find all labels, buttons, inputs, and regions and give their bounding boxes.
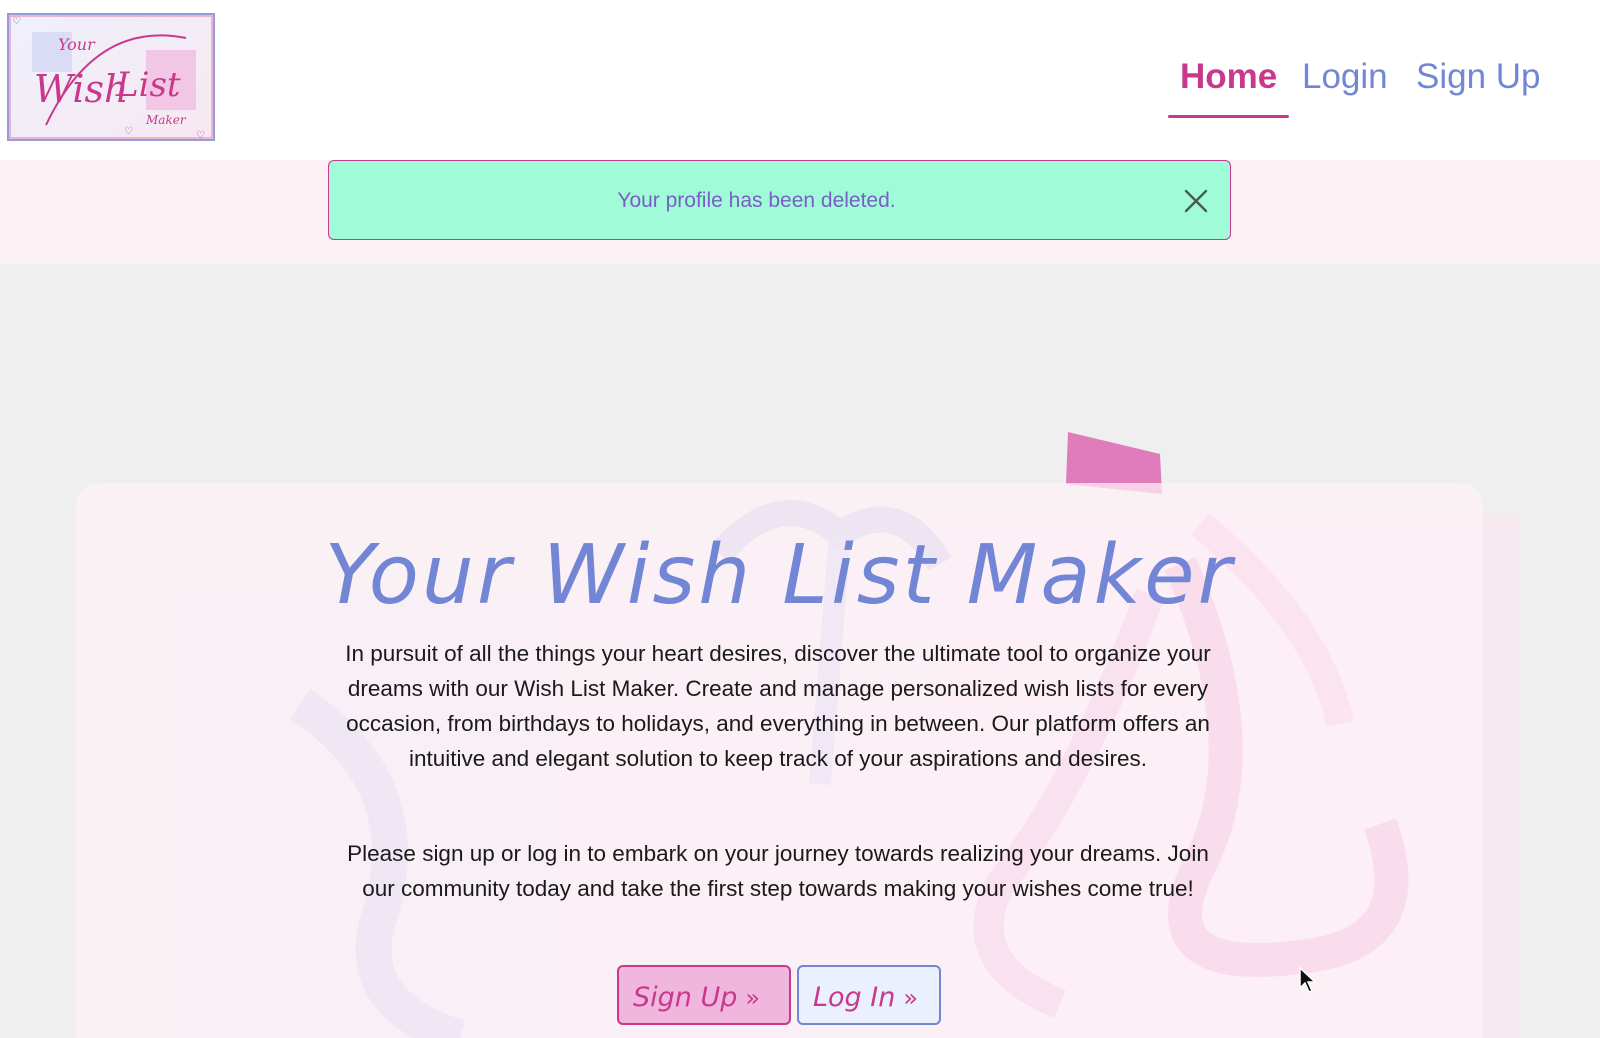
svg-text:♡: ♡: [196, 130, 205, 141]
svg-text:Maker: Maker: [145, 113, 187, 127]
login-button-label: Log In: [813, 982, 896, 1013]
intro-paragraph: In pursuit of all the things your heart …: [345, 641, 1211, 771]
alert-message: Your profile has been deleted.: [617, 189, 896, 212]
nav-login[interactable]: Login: [1302, 52, 1388, 118]
close-icon[interactable]: [1180, 185, 1212, 217]
message-band: Your profile has been deleted.: [0, 160, 1600, 264]
page-title: Your Wish List Maker: [324, 528, 1235, 623]
svg-text:List: List: [115, 65, 181, 105]
svg-text:Wish: Wish: [34, 67, 129, 111]
success-alert: Your profile has been deleted.: [328, 160, 1231, 240]
svg-text:♡: ♡: [12, 16, 21, 27]
nav-signup[interactable]: Sign Up: [1416, 52, 1541, 118]
hero-section: Your Wish List Maker In pursuit of all t…: [0, 264, 1600, 1038]
welcome-card: Your Wish List Maker In pursuit of all t…: [76, 483, 1483, 1038]
svg-text:♡: ♡: [124, 126, 133, 137]
signup-button[interactable]: Sign Up »: [617, 965, 791, 1025]
logo-image: Your Wish List Maker ♡ ♡ ♡: [7, 13, 215, 141]
svg-text:Your: Your: [58, 35, 96, 54]
signup-button-label: Sign Up: [633, 982, 738, 1013]
site-logo[interactable]: Your Wish List Maker ♡ ♡ ♡: [6, 10, 218, 152]
site-header: Your Wish List Maker ♡ ♡ ♡ Home Login Si…: [0, 0, 1600, 160]
nav-home[interactable]: Home: [1167, 52, 1290, 118]
double-chevron-right-icon: »: [903, 984, 919, 1012]
cta-paragraph: Please sign up or log in to embark on yo…: [347, 841, 1209, 901]
double-chevron-right-icon: »: [745, 984, 761, 1012]
mouse-cursor-icon: [1299, 966, 1317, 993]
login-button[interactable]: Log In »: [797, 965, 941, 1025]
